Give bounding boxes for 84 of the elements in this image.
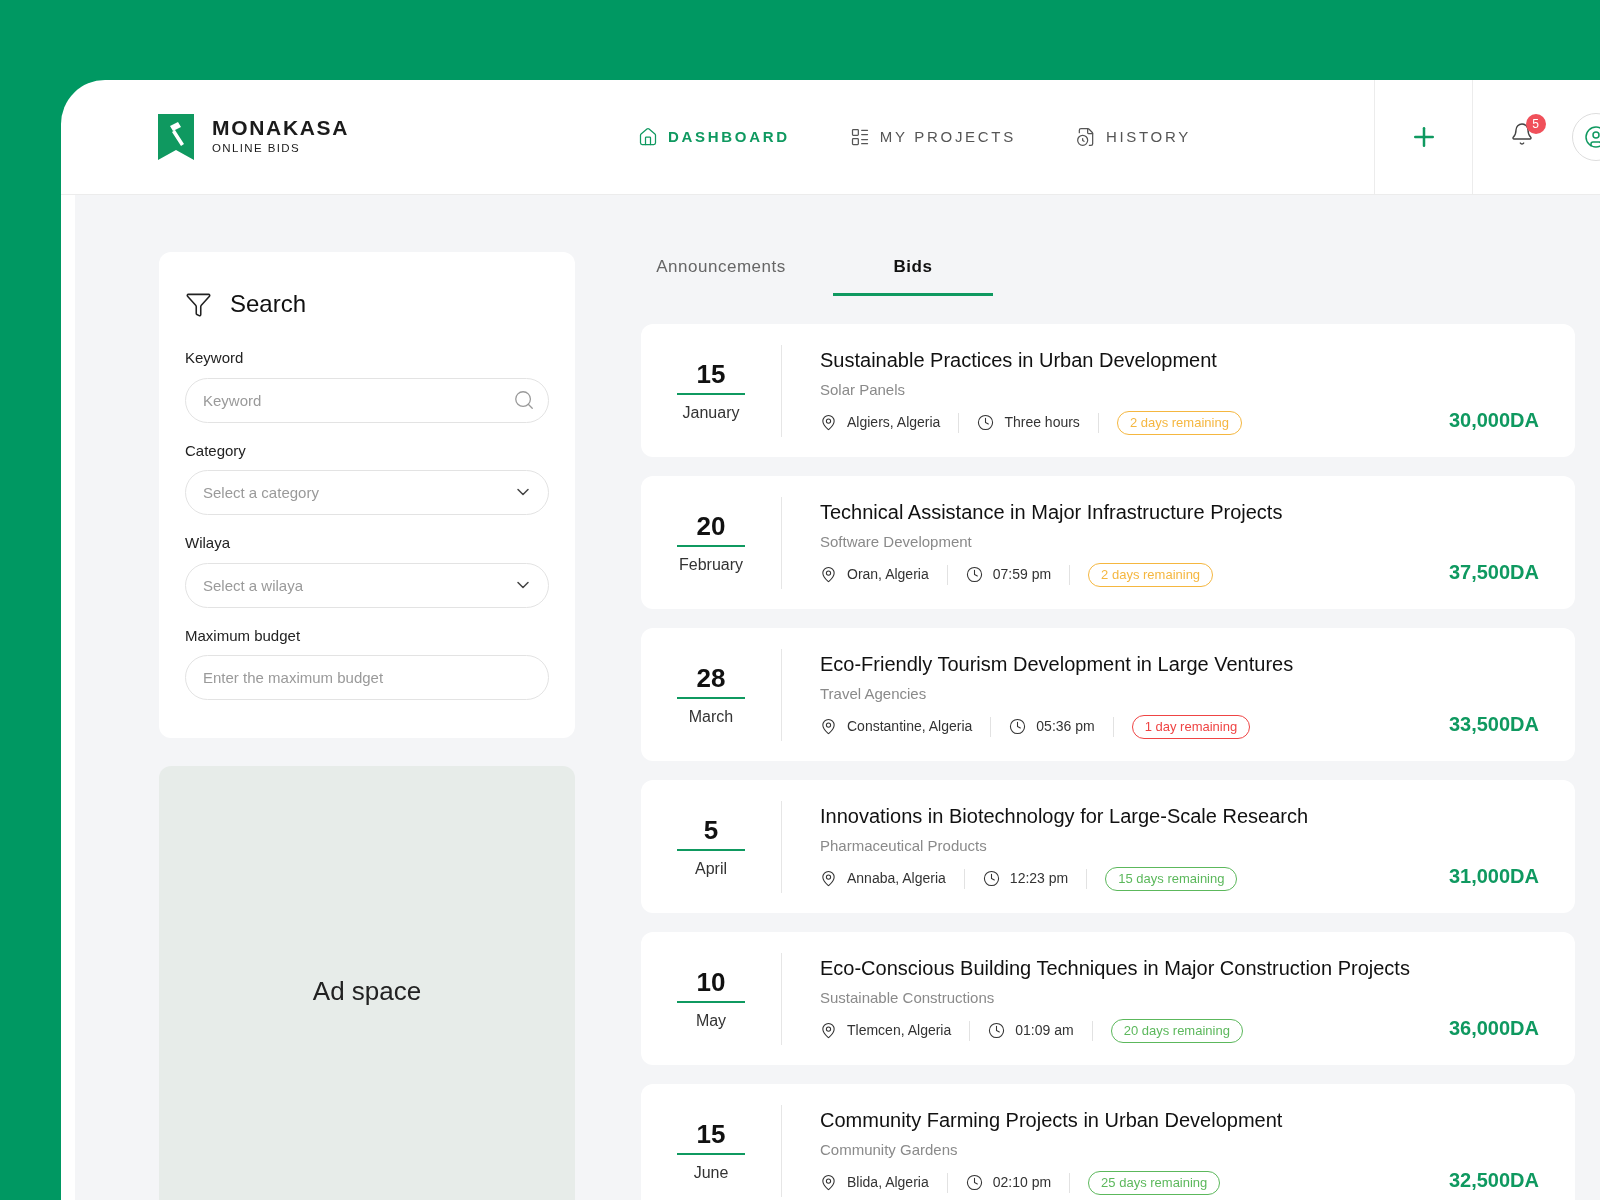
notification-badge: 5 [1525,113,1546,134]
bid-card[interactable]: 15 January Sustainable Practices in Urban Development Solar Panels Algiers, Algeria Three hours 2 days remaining 30,000DA [641,324,1575,457]
date-month: February [679,554,743,575]
location-pin-icon [820,1174,837,1192]
field-label: Keyword [185,348,245,368]
bid-price: 31,000DA [1448,864,1539,889]
date-month: January [682,402,740,423]
date-day: 10 [677,964,745,1003]
input-field[interactable]: Keyword [185,377,549,423]
clock-icon [977,414,995,432]
bid-time: 02:10 pm [992,1173,1052,1193]
bid-category: Software Development [820,531,973,552]
nav-link[interactable]: HISTORY [1075,125,1191,149]
location-pin-icon [820,1022,837,1040]
nav-link[interactable]: MY PROJECTS [849,125,1016,149]
clock-document-icon [1075,127,1096,147]
bid-time: 01:09 am [1015,1021,1074,1041]
select-field[interactable]: Select a wilaya [185,562,549,608]
bid-card[interactable]: 10 May Eco-Conscious Building Techniques in Major Construction Projects Sustainable Constructions Tlemcen, Algeria 01:09 am 20 days remaining 36,000DA [641,932,1575,1065]
bid-location: Tlemcen, Algeria [847,1021,952,1041]
notification-button[interactable] [1509,121,1534,146]
clock-icon [982,870,1000,888]
field-label: Maximum budget [185,625,302,646]
bid-category: Travel Agencies [820,683,928,704]
date-month: June [693,1162,729,1183]
input-field[interactable]: Enter the maximum budget [185,655,549,700]
bid-location: Annaba, Algeria [847,869,946,889]
bid-category: Community Gardens [820,1139,959,1160]
panel-title: Search [230,289,307,319]
bid-title: Eco-Conscious Building Techniques in Major Construction Projects [820,955,1411,981]
bid-price: 33,500DA [1448,712,1539,737]
date-month: April [695,858,727,879]
field-label: Wilaya [185,533,231,553]
bid-time: 12:23 pm [1009,869,1069,889]
location-pin-icon [820,566,837,584]
location-pin-icon [820,718,837,736]
bid-price: 32,500DA [1448,1168,1539,1193]
bid-time: 05:36 pm [1036,717,1095,737]
bid-title: Technical Assistance in Major Infrastructure Projects [820,499,1284,525]
bid-card[interactable]: 15 June Community Farming Projects in Urban Development Community Gardens Blida, Algeria 02:10 pm 25 days remaining 32,500DA [641,1084,1575,1200]
home-icon [638,127,658,147]
location-pin-icon [820,414,837,432]
bid-category: Pharmaceutical Products [820,835,988,856]
brand-name: MONAKASA [212,116,350,141]
bid-category: Sustainable Constructions [820,987,996,1008]
date-day: 15 [677,356,745,395]
nav-link[interactable]: DASHBOARD [638,125,790,149]
brand-tagline: ONLINE BIDS [212,141,302,157]
bid-title: Eco-Friendly Tourism Development in Large Ventures [820,651,1295,677]
date-day: 20 [677,508,745,547]
search-icon [513,388,535,411]
bid-card[interactable]: 5 April Innovations in Biotechnology for Large-Scale Research Pharmaceutical Products Annaba, Algeria 12:23 pm 15 days remaining 31,000DA [641,780,1575,913]
date-month: March [688,706,734,727]
list-icon [849,127,870,147]
bid-title: Community Farming Projects in Urban Development [820,1107,1284,1133]
clock-icon [965,1174,983,1192]
logo-icon [158,114,194,160]
bid-location: Blida, Algeria [847,1173,929,1193]
bid-location: Algiers, Algeria [847,413,941,433]
bid-category: Solar Panels [820,379,907,400]
clock-icon [1009,718,1027,736]
date-day: 5 [677,812,745,851]
clock-icon [988,1022,1006,1040]
date-day: 15 [677,1116,745,1155]
bid-time: Three hours [1004,413,1080,433]
date-day: 28 [677,660,745,699]
bid-card[interactable]: 28 March Eco-Friendly Tourism Development in Large Ventures Travel Agencies Constantine, Algeria 05:36 pm 1 day remaining 33,500DA [641,628,1575,761]
bid-card[interactable]: 20 February Technical Assistance in Major Infrastructure Projects Software Development Oran, Algeria 07:59 pm 2 days remaining 37,500DA [641,476,1575,609]
ad-space: Ad space [159,766,575,1200]
clock-icon [965,566,983,584]
bid-location: Constantine, Algeria [847,717,973,737]
location-pin-icon [820,870,837,888]
bid-time: 07:59 pm [992,565,1052,585]
bid-location: Oran, Algeria [847,565,929,585]
bid-price: 30,000DA [1448,408,1539,433]
bid-price: 36,000DA [1448,1016,1539,1041]
bid-price: 37,500DA [1448,560,1539,585]
select-field[interactable]: Select a category [185,470,549,515]
tab[interactable]: Bids [833,240,993,296]
bid-title: Sustainable Practices in Urban Development [820,347,1218,373]
tab[interactable]: Announcements [641,240,801,296]
date-month: May [695,1010,727,1031]
field-label: Category [185,440,247,461]
bid-title: Innovations in Biotechnology for Large-Scale Research [820,803,1310,829]
